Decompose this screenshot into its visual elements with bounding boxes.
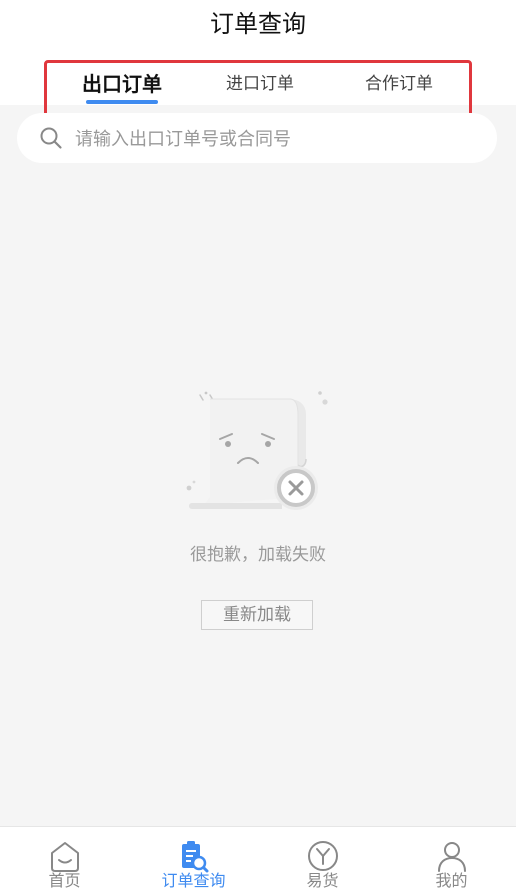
bottom-navigation: 首页 订单查询 易货 我的: [0, 826, 516, 896]
tab-import-orders-label: 进口订单: [226, 74, 294, 94]
reload-button[interactable]: 重新加载: [201, 600, 313, 630]
nav-item-order-search[interactable]: 订单查询: [129, 827, 258, 896]
order-search-icon: [181, 841, 208, 873]
tab-cooperation-orders-label: 合作订单: [365, 74, 433, 94]
tab-export-orders-label: 出口订单: [82, 72, 162, 96]
load-failed-illustration: [186, 391, 328, 510]
search-input[interactable]: [73, 121, 477, 157]
barter-icon: [307, 841, 338, 871]
load-failed-message: 很抱歉，加载失败: [190, 545, 326, 565]
nav-item-barter[interactable]: 易货: [258, 827, 387, 896]
nav-label-profile: 我的: [435, 871, 468, 890]
tab-cooperation-orders[interactable]: 合作订单: [336, 63, 462, 114]
nav-item-home[interactable]: 首页: [0, 827, 129, 896]
order-type-tabs: 出口订单 进口订单 合作订单: [44, 60, 472, 117]
active-tab-indicator: [86, 100, 158, 104]
nav-label-home: 首页: [48, 871, 81, 890]
nav-label-barter: 易货: [306, 871, 339, 890]
nav-label-order-search: 订单查询: [161, 871, 226, 890]
header: 订单查询 出口订单 进口订单 合作订单: [0, 0, 516, 117]
tab-export-orders[interactable]: 出口订单: [59, 63, 185, 114]
profile-icon: [437, 842, 466, 872]
search-icon: [40, 127, 62, 149]
nav-item-profile[interactable]: 我的: [387, 827, 516, 896]
tab-import-orders[interactable]: 进口订单: [197, 63, 323, 114]
search-bar: [17, 113, 497, 163]
home-icon: [50, 842, 79, 872]
page-title: 订单查询: [210, 10, 306, 38]
